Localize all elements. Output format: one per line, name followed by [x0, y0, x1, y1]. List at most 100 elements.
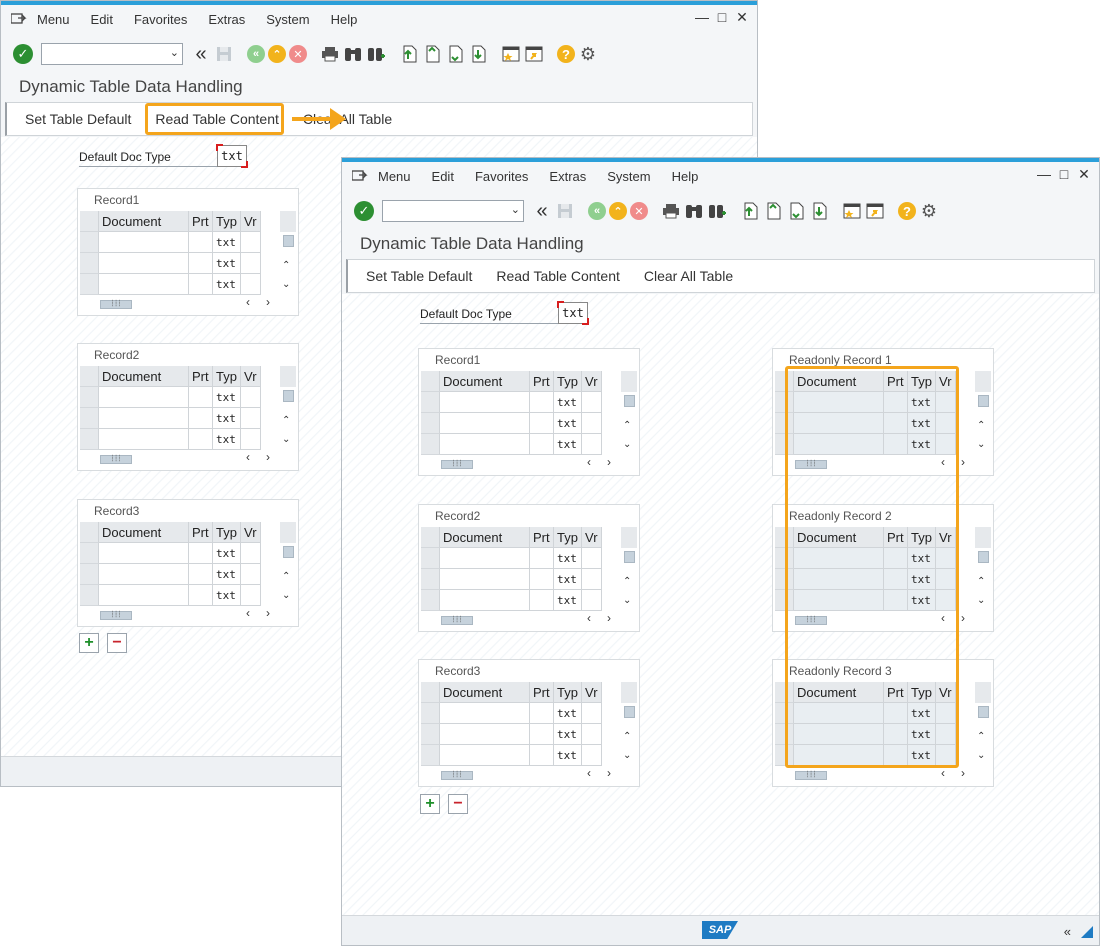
column-vr[interactable]: Vr	[241, 211, 261, 232]
cancel-icon[interactable]: ✕	[630, 202, 648, 220]
typ-cell[interactable]: txt	[213, 564, 241, 585]
chevron-down-icon[interactable]: ⌄	[977, 750, 985, 761]
delete-row-button[interactable]: −	[448, 794, 468, 814]
scroll-thumb[interactable]	[283, 390, 294, 402]
document-cell[interactable]	[99, 564, 189, 585]
column-prt[interactable]: Prt	[530, 527, 554, 548]
select-all-cell[interactable]	[80, 366, 99, 387]
vr-cell[interactable]	[582, 548, 602, 569]
scroll-thumb[interactable]	[624, 706, 635, 718]
vr-cell[interactable]	[241, 387, 261, 408]
default-doc-type-input[interactable]: txt	[557, 301, 589, 325]
typ-cell[interactable]: txt	[213, 253, 241, 274]
document-cell[interactable]	[99, 429, 189, 450]
column-typ[interactable]: Typ	[213, 366, 241, 387]
vr-cell[interactable]	[241, 429, 261, 450]
typ-cell[interactable]: txt	[213, 585, 241, 606]
chevron-left-icon[interactable]: ‹	[587, 611, 591, 625]
prt-cell[interactable]	[530, 724, 554, 745]
minimize-icon[interactable]: —	[1037, 167, 1051, 181]
scroll-thumb[interactable]: ┆┆┆	[100, 611, 132, 620]
chevron-right-icon[interactable]: ›	[961, 611, 965, 625]
last-page-icon[interactable]	[809, 201, 829, 221]
scroll-thumb[interactable]: ┆┆┆	[100, 300, 132, 309]
menu-item-favorites[interactable]: Favorites	[475, 169, 528, 184]
horizontal-scrollbar[interactable]: ┆┆┆ ‹ ›	[439, 455, 621, 471]
add-row-button[interactable]: +	[79, 633, 99, 653]
last-page-icon[interactable]	[468, 44, 488, 64]
horizontal-scrollbar[interactable]: ┆┆┆ ‹ ›	[98, 606, 280, 622]
vr-cell[interactable]	[582, 703, 602, 724]
row-selector[interactable]	[80, 232, 99, 253]
read-table-content-button[interactable]: Read Table Content	[496, 268, 620, 284]
typ-cell[interactable]: txt	[213, 232, 241, 253]
typ-cell[interactable]: txt	[554, 392, 582, 413]
typ-cell[interactable]: txt	[213, 274, 241, 295]
menu-item-edit[interactable]: Edit	[91, 12, 113, 27]
scroll-thumb[interactable]: ┆┆┆	[795, 771, 827, 780]
document-cell[interactable]	[440, 703, 530, 724]
row-selector[interactable]	[80, 543, 99, 564]
help-icon[interactable]: ?	[898, 202, 916, 220]
typ-cell[interactable]: txt	[554, 434, 582, 455]
exit-icon[interactable]: ⌃	[609, 202, 627, 220]
horizontal-scrollbar[interactable]: ┆┆┆ ‹ ›	[98, 295, 280, 311]
vr-cell[interactable]	[582, 434, 602, 455]
scroll-thumb[interactable]: ┆┆┆	[441, 460, 473, 469]
chevron-right-icon[interactable]: ›	[607, 611, 611, 625]
column-prt[interactable]: Prt	[530, 682, 554, 703]
vertical-scrollbar[interactable]: ⌃ ⌄	[975, 682, 991, 766]
chevron-up-icon[interactable]: ⌃	[977, 731, 985, 742]
chevron-left-icon[interactable]: ‹	[246, 450, 250, 464]
row-selector[interactable]	[80, 387, 99, 408]
typ-cell[interactable]: txt	[554, 724, 582, 745]
row-selector[interactable]	[80, 564, 99, 585]
first-page-icon[interactable]	[740, 201, 760, 221]
menu-item-favorites[interactable]: Favorites	[134, 12, 187, 27]
ok-icon[interactable]: ✓	[354, 201, 374, 221]
document-cell[interactable]	[440, 548, 530, 569]
settings-icon[interactable]: ⚙	[578, 44, 598, 64]
exit-icon[interactable]: ⌃	[268, 45, 286, 63]
row-selector[interactable]	[421, 413, 440, 434]
scroll-thumb[interactable]	[978, 706, 989, 718]
cancel-icon[interactable]: ✕	[289, 45, 307, 63]
horizontal-scrollbar[interactable]: ┆┆┆ ‹ ›	[793, 766, 975, 782]
find-icon[interactable]	[684, 201, 704, 221]
chevron-down-icon[interactable]: ⌄	[282, 590, 290, 601]
create-session-icon[interactable]	[501, 44, 521, 64]
vr-cell[interactable]	[241, 564, 261, 585]
column-typ[interactable]: Typ	[554, 527, 582, 548]
vr-cell[interactable]	[582, 590, 602, 611]
chevron-down-icon[interactable]: ⌄	[977, 595, 985, 606]
vr-cell[interactable]	[582, 724, 602, 745]
maximize-icon[interactable]: □	[1057, 167, 1071, 181]
vr-cell[interactable]	[241, 253, 261, 274]
prt-cell[interactable]	[189, 564, 213, 585]
prt-cell[interactable]	[530, 413, 554, 434]
column-vr[interactable]: Vr	[582, 371, 602, 392]
column-vr[interactable]: Vr	[582, 682, 602, 703]
previous-icon[interactable]: «	[247, 45, 265, 63]
document-cell[interactable]	[440, 434, 530, 455]
menu-icon[interactable]	[351, 170, 368, 182]
find-icon[interactable]	[343, 44, 363, 64]
vertical-scrollbar[interactable]: ⌃ ⌄	[280, 211, 296, 295]
row-selector[interactable]	[80, 274, 99, 295]
vr-cell[interactable]	[582, 569, 602, 590]
prt-cell[interactable]	[530, 392, 554, 413]
column-prt[interactable]: Prt	[189, 522, 213, 543]
menu-item-edit[interactable]: Edit	[432, 169, 454, 184]
column-vr[interactable]: Vr	[582, 527, 602, 548]
close-icon[interactable]: ✕	[735, 10, 749, 24]
prt-cell[interactable]	[530, 703, 554, 724]
row-selector[interactable]	[421, 703, 440, 724]
row-selector[interactable]	[421, 724, 440, 745]
menu-icon[interactable]	[10, 13, 27, 25]
back-icon[interactable]: «	[191, 43, 211, 65]
scroll-thumb[interactable]: ┆┆┆	[441, 771, 473, 780]
vertical-scrollbar[interactable]: ⌃ ⌄	[975, 371, 991, 455]
find-next-icon[interactable]	[366, 44, 386, 64]
chevron-left-icon[interactable]: ‹	[587, 766, 591, 780]
vertical-scrollbar[interactable]: ⌃ ⌄	[280, 522, 296, 606]
